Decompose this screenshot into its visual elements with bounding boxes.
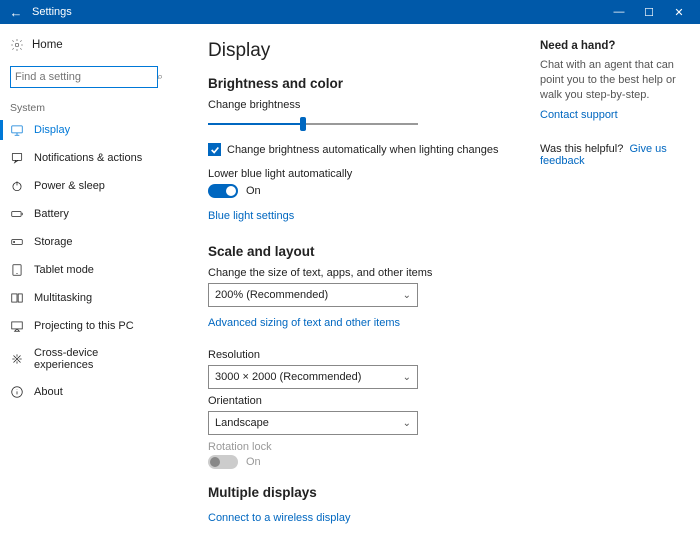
home-label: Home (32, 39, 63, 51)
sidebar-item-notifications[interactable]: Notifications & actions (0, 144, 168, 172)
sidebar-item-tablet[interactable]: Tablet mode (0, 256, 168, 284)
sidebar-item-label: Power & sleep (34, 180, 105, 192)
power-icon (10, 179, 24, 193)
sidebar-item-projecting[interactable]: Projecting to this PC (0, 312, 168, 340)
sidebar-item-label: Projecting to this PC (34, 320, 134, 332)
resolution-label: Resolution (208, 349, 530, 361)
checkbox-checked-icon (208, 143, 221, 156)
title-bar: ← Settings — ☐ ✕ (0, 0, 700, 24)
sidebar-nav: Display Notifications & actions Power & … (0, 116, 168, 406)
resolution-value: 3000 × 2000 (Recommended) (215, 371, 361, 383)
sidebar-item-display[interactable]: Display (0, 116, 168, 144)
about-icon (10, 385, 24, 399)
sidebar-item-label: Notifications & actions (34, 152, 142, 164)
help-aside: Need a hand? Chat with an agent that can… (540, 24, 700, 540)
need-hand-heading: Need a hand? (540, 40, 688, 52)
bluelight-state: On (246, 185, 261, 197)
orientation-label: Orientation (208, 395, 530, 407)
need-hand-text: Chat with an agent that can point you to… (540, 58, 688, 103)
brightness-heading: Brightness and color (208, 76, 530, 91)
scale-heading: Scale and layout (208, 244, 530, 259)
page-title: Display (208, 40, 530, 62)
crossdevice-icon (10, 352, 24, 366)
auto-brightness-label: Change brightness automatically when lig… (227, 144, 499, 156)
bluelight-settings-link[interactable]: Blue light settings (208, 210, 294, 222)
sidebar-item-label: Multitasking (34, 292, 92, 304)
gear-icon (10, 38, 24, 52)
search-field[interactable] (15, 71, 157, 83)
minimize-button[interactable]: — (604, 6, 634, 18)
text-size-select[interactable]: 200% (Recommended) ⌄ (208, 283, 418, 307)
multitasking-icon (10, 291, 24, 305)
back-button[interactable]: ← (6, 5, 26, 20)
rotation-lock-toggle (208, 455, 238, 469)
bluelight-toggle[interactable] (208, 184, 238, 198)
connect-wireless-link[interactable]: Connect to a wireless display (208, 512, 350, 524)
sidebar-item-label: Battery (34, 208, 69, 220)
multiple-displays-heading: Multiple displays (208, 485, 530, 500)
display-icon (10, 123, 24, 137)
sidebar-item-about[interactable]: About (0, 378, 168, 406)
chevron-down-icon: ⌄ (403, 418, 411, 429)
maximize-button[interactable]: ☐ (634, 6, 664, 19)
sidebar-item-label: About (34, 386, 63, 398)
storage-icon (10, 235, 24, 249)
chevron-down-icon: ⌄ (403, 290, 411, 301)
resolution-select[interactable]: 3000 × 2000 (Recommended) ⌄ (208, 365, 418, 389)
content-area[interactable]: Display Brightness and color Change brig… (168, 24, 540, 540)
chevron-down-icon: ⌄ (403, 372, 411, 383)
sidebar-item-label: Display (34, 124, 70, 136)
sidebar-group-label: System (0, 98, 168, 116)
contact-support-link[interactable]: Contact support (540, 109, 618, 121)
brightness-slider[interactable] (208, 115, 418, 133)
text-size-value: 200% (Recommended) (215, 289, 328, 301)
sidebar-item-label: Tablet mode (34, 264, 94, 276)
helpful-question: Was this helpful? (540, 143, 623, 155)
text-size-label: Change the size of text, apps, and other… (208, 267, 530, 279)
tablet-icon (10, 263, 24, 277)
sidebar-item-power[interactable]: Power & sleep (0, 172, 168, 200)
rotation-lock-state: On (246, 456, 261, 468)
brightness-label: Change brightness (208, 99, 530, 111)
sidebar-item-multitasking[interactable]: Multitasking (0, 284, 168, 312)
sidebar-item-crossdevice[interactable]: Cross-device experiences (0, 340, 168, 378)
window-title: Settings (32, 6, 72, 18)
battery-icon (10, 207, 24, 221)
home-button[interactable]: Home (0, 32, 168, 58)
notifications-icon (10, 151, 24, 165)
search-input[interactable]: ⌕ (10, 66, 158, 88)
advanced-sizing-link[interactable]: Advanced sizing of text and other items (208, 317, 400, 329)
sidebar-item-label: Storage (34, 236, 73, 248)
rotation-lock-label: Rotation lock (208, 441, 530, 453)
sidebar-item-storage[interactable]: Storage (0, 228, 168, 256)
bluelight-label: Lower blue light automatically (208, 168, 530, 180)
projecting-icon (10, 319, 24, 333)
sidebar: Home ⌕ System Display Notifications & ac… (0, 24, 168, 540)
orientation-value: Landscape (215, 417, 269, 429)
sidebar-item-battery[interactable]: Battery (0, 200, 168, 228)
close-button[interactable]: ✕ (664, 6, 694, 19)
orientation-select[interactable]: Landscape ⌄ (208, 411, 418, 435)
sidebar-item-label: Cross-device experiences (34, 347, 158, 371)
auto-brightness-checkbox[interactable]: Change brightness automatically when lig… (208, 143, 530, 156)
search-icon: ⌕ (157, 71, 163, 84)
